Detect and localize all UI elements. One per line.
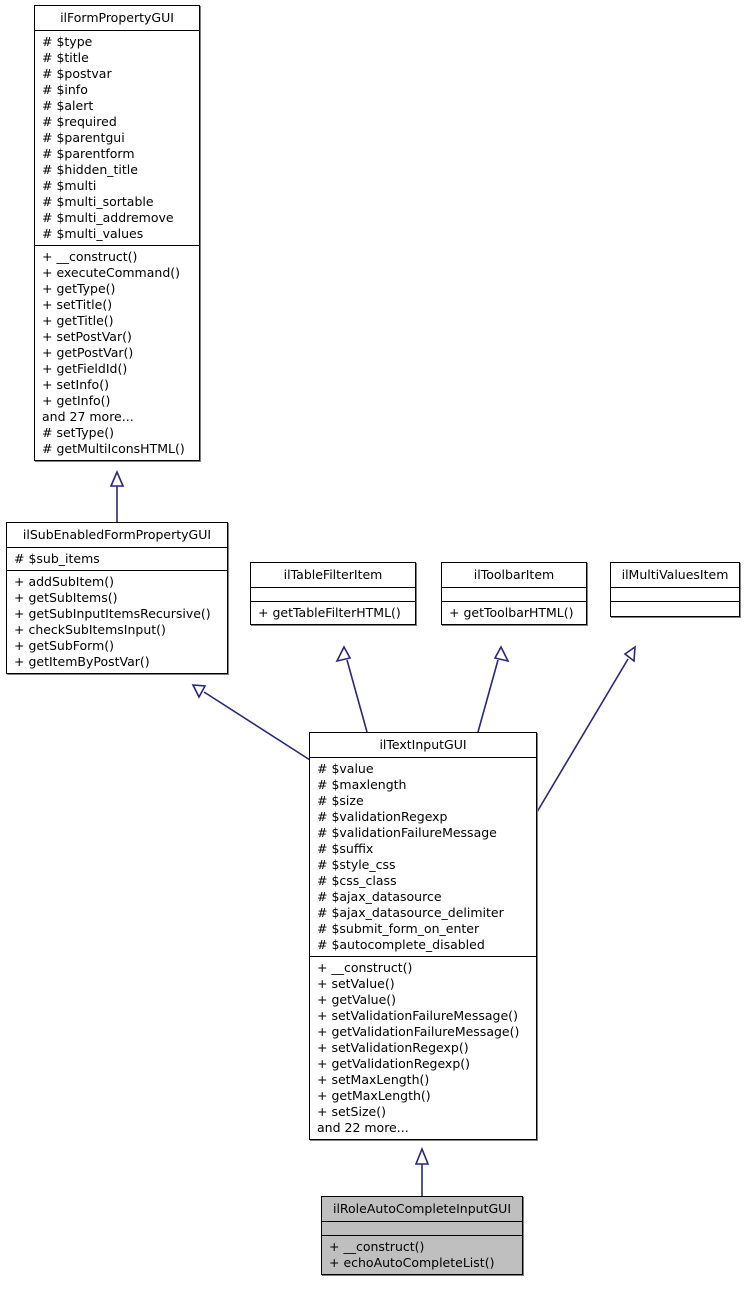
class-title-ilSubEnabledFormPropertyGUI: ilSubEnabledFormPropertyGUI <box>7 523 227 548</box>
class-operations-ilSubEnabledFormPropertyGUI: + addSubItem() + getSubItems() + getSubI… <box>7 571 227 673</box>
attribute: # $validationFailureMessage <box>317 825 497 840</box>
edge-ilTextInputGUI-to-ilToolbarItem <box>477 645 510 733</box>
attribute: # $multi_values <box>42 226 144 241</box>
attribute: # $info <box>42 82 88 97</box>
class-attributes-ilToolbarItem <box>442 588 586 602</box>
uml-class-ilTableFilterItem[interactable]: ilTableFilterItem + getTableFilterHTML() <box>250 562 416 625</box>
operation: + getToolbarHTML() <box>449 605 574 620</box>
class-operations-ilToolbarItem: + getToolbarHTML() <box>442 602 586 624</box>
attribute: # $type <box>42 34 93 49</box>
attribute: # $maxlength <box>317 777 407 792</box>
class-operations-ilTableFilterItem: + getTableFilterHTML() <box>251 602 415 624</box>
uml-class-ilSubEnabledFormPropertyGUI[interactable]: ilSubEnabledFormPropertyGUI # $sub_items… <box>6 522 228 674</box>
operation: + setSize() <box>317 1104 386 1119</box>
operation: + getValue() <box>317 992 397 1007</box>
operation: + getSubInputItemsRecursive() <box>14 606 211 621</box>
operation: + getFieldId() <box>42 361 128 376</box>
attribute: # $suffix <box>317 841 374 856</box>
attribute: # $required <box>42 114 117 129</box>
class-operations-ilFormPropertyGUI: + __construct() + executeCommand() + get… <box>35 246 199 460</box>
class-title-ilTableFilterItem: ilTableFilterItem <box>251 563 415 588</box>
class-attributes-ilRoleAutoCompleteInputGUI <box>322 1222 522 1236</box>
operation: + getSubItems() <box>14 590 118 605</box>
operation: + setTitle() <box>42 297 113 312</box>
operation: + executeCommand() <box>42 265 181 280</box>
attribute: # $multi_sortable <box>42 194 154 209</box>
class-attributes-ilTableFilterItem <box>251 588 415 602</box>
attribute: # $parentgui <box>42 130 125 145</box>
operation: + setValue() <box>317 976 395 991</box>
attribute: # $title <box>42 50 89 65</box>
operation: + setInfo() <box>42 377 109 392</box>
attribute: # $value <box>317 761 374 776</box>
operation: + __construct() <box>329 1239 425 1254</box>
operation: + getValidationRegexp() <box>317 1056 471 1071</box>
edge-ilRoleAutoCompleteInputGUI-to-ilTextInputGUI <box>414 1146 430 1196</box>
operation: + getType() <box>42 281 116 296</box>
operation-more: and 27 more... <box>42 409 134 424</box>
attribute: # $postvar <box>42 66 112 81</box>
attribute: # $css_class <box>317 873 397 888</box>
edge-ilSubEnabledFormPropertyGUI-to-ilFormPropertyGUI <box>109 469 125 522</box>
edge-ilTextInputGUI-to-ilSubEnabledFormPropertyGUI <box>191 684 311 761</box>
class-title-ilFormPropertyGUI: ilFormPropertyGUI <box>35 6 199 31</box>
class-attributes-ilMultiValuesItem <box>611 588 739 602</box>
operation: + addSubItem() <box>14 574 114 589</box>
operation: + setValidationRegexp() <box>317 1040 469 1055</box>
operation: + setPostVar() <box>42 329 132 344</box>
operation: + getValidationFailureMessage() <box>317 1024 520 1039</box>
operation: + __construct() <box>317 960 413 975</box>
operation: + getItemByPostVar() <box>14 654 150 669</box>
operation: + echoAutoCompleteList() <box>329 1255 495 1270</box>
attribute: # $style_css <box>317 857 396 872</box>
uml-class-ilMultiValuesItem[interactable]: ilMultiValuesItem <box>610 562 740 617</box>
edge-ilTextInputGUI-to-ilMultiValuesItem <box>536 645 636 813</box>
operation: + setMaxLength() <box>317 1072 430 1087</box>
operation: + getPostVar() <box>42 345 134 360</box>
uml-class-ilFormPropertyGUI[interactable]: ilFormPropertyGUI # $type # $title # $po… <box>34 5 200 461</box>
class-title-ilRoleAutoCompleteInputGUI: ilRoleAutoCompleteInputGUI <box>322 1197 522 1222</box>
attribute: # $autocomplete_disabled <box>317 937 485 952</box>
operation: + checkSubItemsInput() <box>14 622 166 637</box>
class-attributes-ilSubEnabledFormPropertyGUI: # $sub_items <box>7 548 227 571</box>
operation: + __construct() <box>42 249 138 264</box>
attribute: # $size <box>317 793 364 808</box>
class-operations-ilRoleAutoCompleteInputGUI: + __construct() + echoAutoCompleteList() <box>322 1236 522 1274</box>
operation: # setType() <box>42 425 115 440</box>
attribute: # $multi_addremove <box>42 210 174 225</box>
attribute: # $hidden_title <box>42 162 138 177</box>
attribute: # $submit_form_on_enter <box>317 921 480 936</box>
attribute: # $validationRegexp <box>317 809 448 824</box>
class-attributes-ilTextInputGUI: # $value # $maxlength # $size # $validat… <box>310 758 536 957</box>
uml-class-diagram: ilFormPropertyGUI # $type # $title # $po… <box>0 0 744 1301</box>
uml-class-ilToolbarItem[interactable]: ilToolbarItem + getToolbarHTML() <box>441 562 587 625</box>
class-attributes-ilFormPropertyGUI: # $type # $title # $postvar # $info # $a… <box>35 31 199 246</box>
uml-class-ilTextInputGUI[interactable]: ilTextInputGUI # $value # $maxlength # $… <box>309 732 537 1140</box>
attribute: # $ajax_datasource <box>317 889 442 904</box>
operation: + getTableFilterHTML() <box>258 605 401 620</box>
operation: + getInfo() <box>42 393 111 408</box>
uml-class-ilRoleAutoCompleteInputGUI[interactable]: ilRoleAutoCompleteInputGUI + __construct… <box>321 1196 523 1275</box>
operation: + getMaxLength() <box>317 1088 431 1103</box>
class-operations-ilMultiValuesItem <box>611 602 739 616</box>
class-title-ilMultiValuesItem: ilMultiValuesItem <box>611 563 739 588</box>
operation: + setValidationFailureMessage() <box>317 1008 518 1023</box>
operation: + getSubForm() <box>14 638 115 653</box>
class-title-ilTextInputGUI: ilTextInputGUI <box>310 733 536 758</box>
operation: # getMultiIconsHTML() <box>42 441 185 456</box>
attribute: # $ajax_datasource_delimiter <box>317 905 504 920</box>
edge-ilTextInputGUI-to-ilTableFilterItem <box>335 645 368 733</box>
attribute: # $parentform <box>42 146 135 161</box>
class-title-ilToolbarItem: ilToolbarItem <box>442 563 586 588</box>
attribute: # $alert <box>42 98 94 113</box>
operation-more: and 22 more... <box>317 1120 409 1135</box>
attribute: # $multi <box>42 178 97 193</box>
attribute: # $sub_items <box>14 551 100 566</box>
class-operations-ilTextInputGUI: + __construct() + setValue() + getValue(… <box>310 957 536 1139</box>
operation: + getTitle() <box>42 313 114 328</box>
